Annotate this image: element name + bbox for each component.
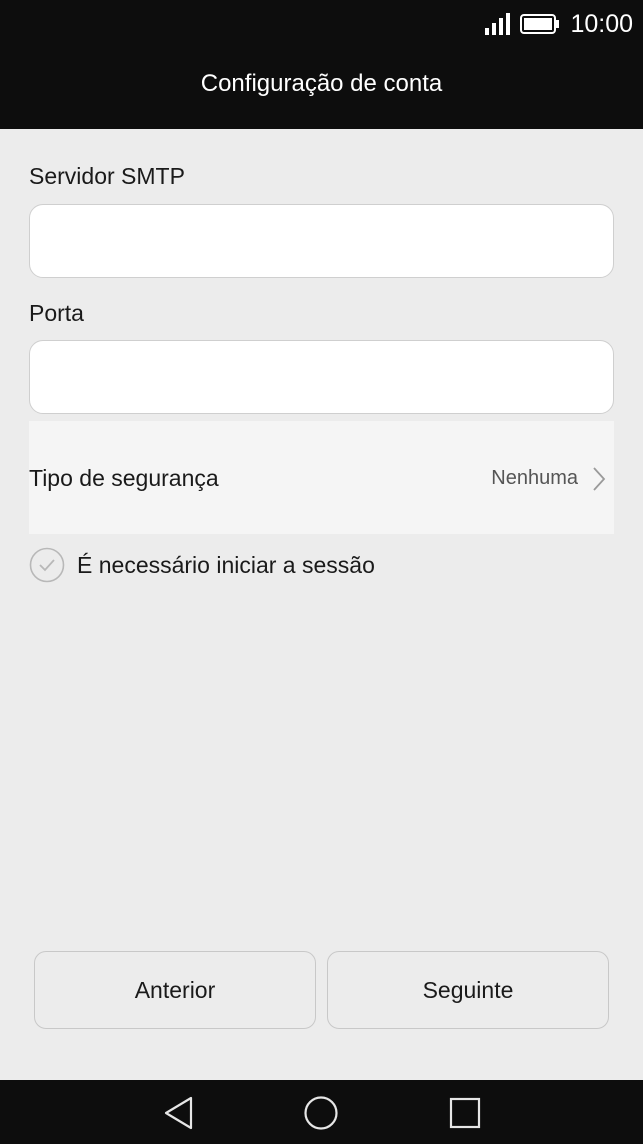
next-button[interactable]: Seguinte <box>327 951 609 1029</box>
page-title: Configuração de conta <box>200 70 443 97</box>
security-type-selector[interactable]: Tipo de segurança Nenhuma <box>29 421 614 534</box>
port-input[interactable] <box>29 340 614 414</box>
home-circle-icon[interactable] <box>302 1094 340 1132</box>
smtp-server-input[interactable] <box>29 204 614 278</box>
previous-button[interactable]: Anterior <box>34 951 316 1029</box>
security-type-value: Nenhuma <box>491 467 578 489</box>
smtp-server-label: Servidor SMTP <box>29 163 185 189</box>
login-required-checkbox[interactable]: É necessário iniciar a sessão <box>29 546 375 584</box>
status-time: 10:00 <box>570 9 633 38</box>
login-required-label: É necessário iniciar a sessão <box>77 551 375 578</box>
security-type-label: Tipo de segurança <box>29 465 219 491</box>
check-circle-icon <box>29 547 65 583</box>
back-triangle-icon[interactable] <box>160 1094 198 1132</box>
port-label: Porta <box>29 300 84 326</box>
navigation-bar <box>0 1080 643 1144</box>
status-bar: 10:00 <box>484 8 633 40</box>
battery-icon <box>520 14 560 34</box>
recents-square-icon[interactable] <box>446 1094 484 1132</box>
chevron-right-icon <box>593 467 606 491</box>
screen: 10:00 Configuração de conta Servidor SMT… <box>0 0 643 1144</box>
app-header: 10:00 Configuração de conta <box>0 0 643 129</box>
signal-icon <box>485 13 511 35</box>
